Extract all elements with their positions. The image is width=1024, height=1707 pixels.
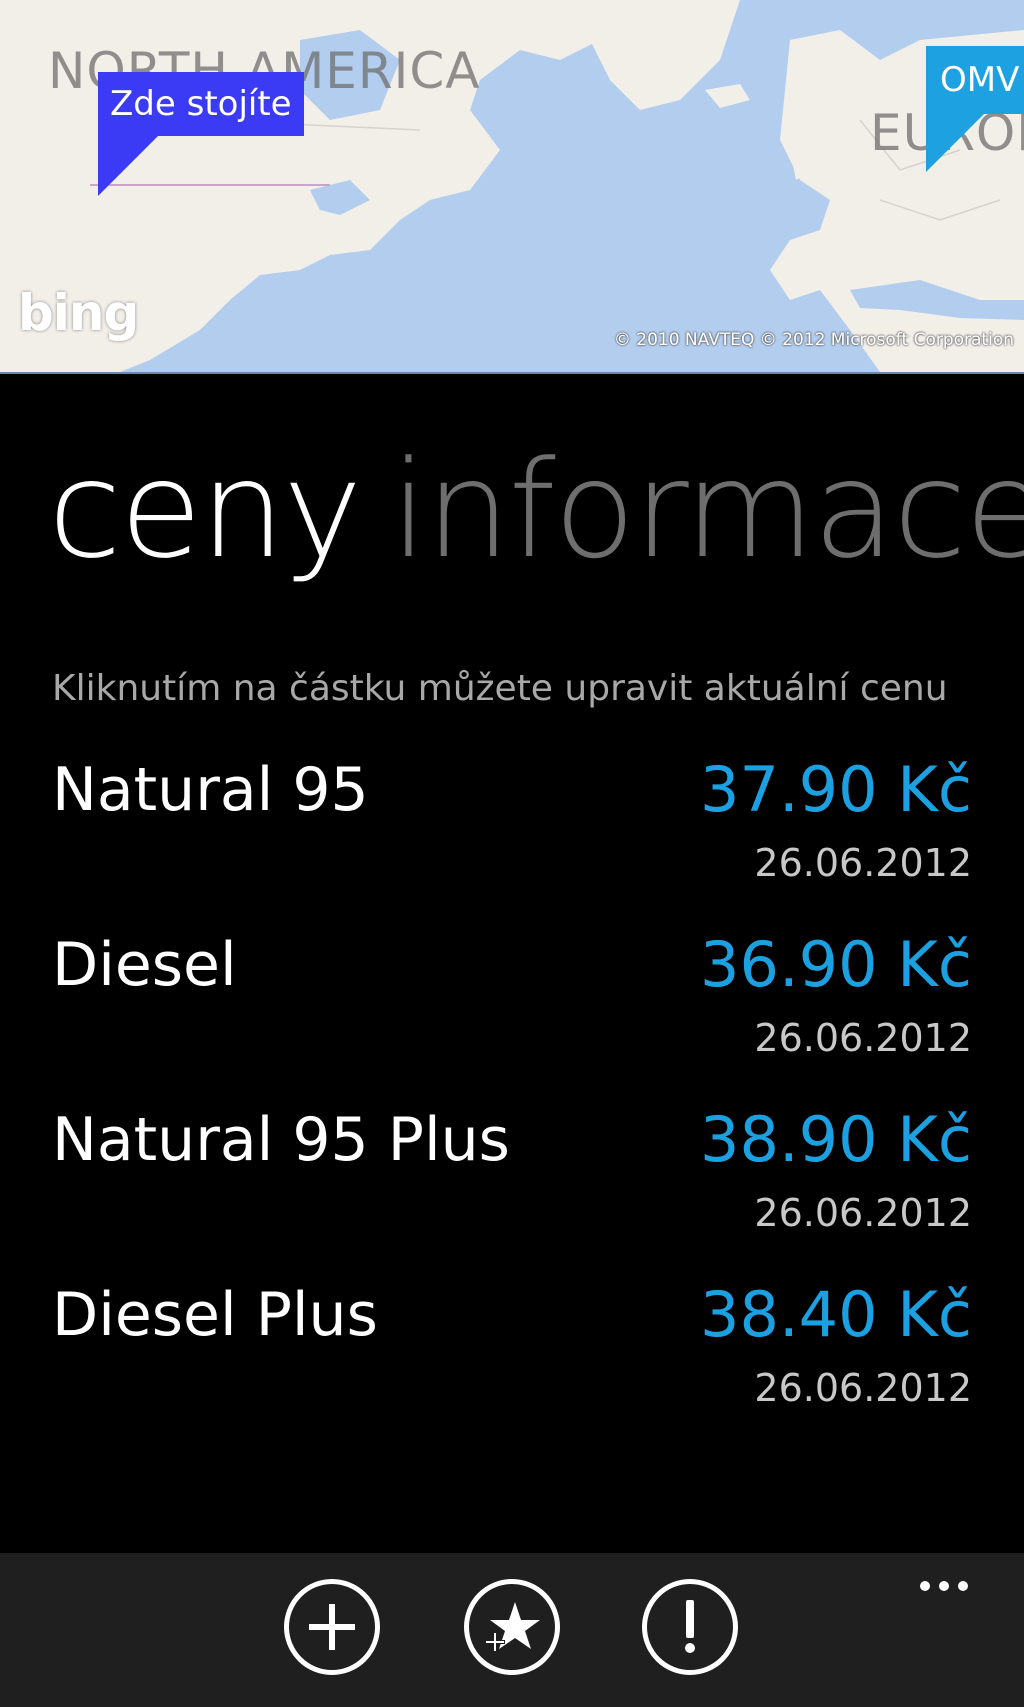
fuel-price-list: Natural 95 37.90 Kč 26.06.2012 Diesel 36… (52, 750, 972, 1450)
pivot-header: ceny informace (48, 430, 1024, 590)
edit-price-hint: Kliknutím na částku můžete upravit aktuá… (52, 668, 948, 709)
add-favorite-button[interactable] (464, 1579, 560, 1675)
ellipsis-icon (958, 1581, 968, 1591)
ellipsis-icon (939, 1581, 949, 1591)
fuel-row: Diesel Plus 38.40 Kč 26.06.2012 (52, 1275, 972, 1450)
ellipsis-icon (920, 1581, 930, 1591)
map-copyright: © 2010 NAVTEQ © 2012 Microsoft Corporati… (613, 330, 1014, 350)
application-bar (0, 1553, 1024, 1707)
fuel-price-button[interactable]: 38.40 Kč (700, 1275, 972, 1355)
current-location-pin[interactable]: Zde stojíte (98, 72, 304, 136)
more-options-button[interactable] (916, 1571, 972, 1601)
pivot-tab-prices[interactable]: ceny (48, 432, 362, 588)
fuel-row: Diesel 36.90 Kč 26.06.2012 (52, 925, 972, 1100)
fuel-row: Natural 95 Plus 38.90 Kč 26.06.2012 (52, 1100, 972, 1275)
add-icon (309, 1604, 355, 1650)
fuel-price-button[interactable]: 38.90 Kč (700, 1100, 972, 1180)
fuel-price-button[interactable]: 37.90 Kč (700, 750, 972, 830)
fuel-name: Diesel (52, 930, 237, 1000)
fuel-price-date: 26.06.2012 (754, 1191, 972, 1235)
fuel-name: Natural 95 (52, 755, 369, 825)
fuel-price-date: 26.06.2012 (754, 1016, 972, 1060)
pivot-tab-info[interactable]: informace (390, 432, 1024, 588)
report-button[interactable] (642, 1579, 738, 1675)
current-location-pin-pointer (98, 134, 160, 196)
fuel-price-date: 26.06.2012 (754, 1366, 972, 1410)
fuel-name: Natural 95 Plus (52, 1105, 510, 1175)
bing-logo: bing (18, 284, 139, 342)
fuel-price-button[interactable]: 36.90 Kč (700, 925, 972, 1005)
station-pin-pointer (926, 112, 986, 172)
fuel-name: Diesel Plus (52, 1280, 378, 1350)
fuel-row: Natural 95 37.90 Kč 26.06.2012 (52, 750, 972, 925)
fuel-price-date: 26.06.2012 (754, 841, 972, 885)
add-button[interactable] (284, 1579, 380, 1675)
map-view[interactable]: NORTH AMERICA EUROPE Zde stojíte OMV bin… (0, 0, 1024, 374)
alert-exclamation-icon (685, 1600, 695, 1653)
favorite-star-icon (485, 1602, 540, 1652)
station-pin[interactable]: OMV (926, 46, 1024, 114)
